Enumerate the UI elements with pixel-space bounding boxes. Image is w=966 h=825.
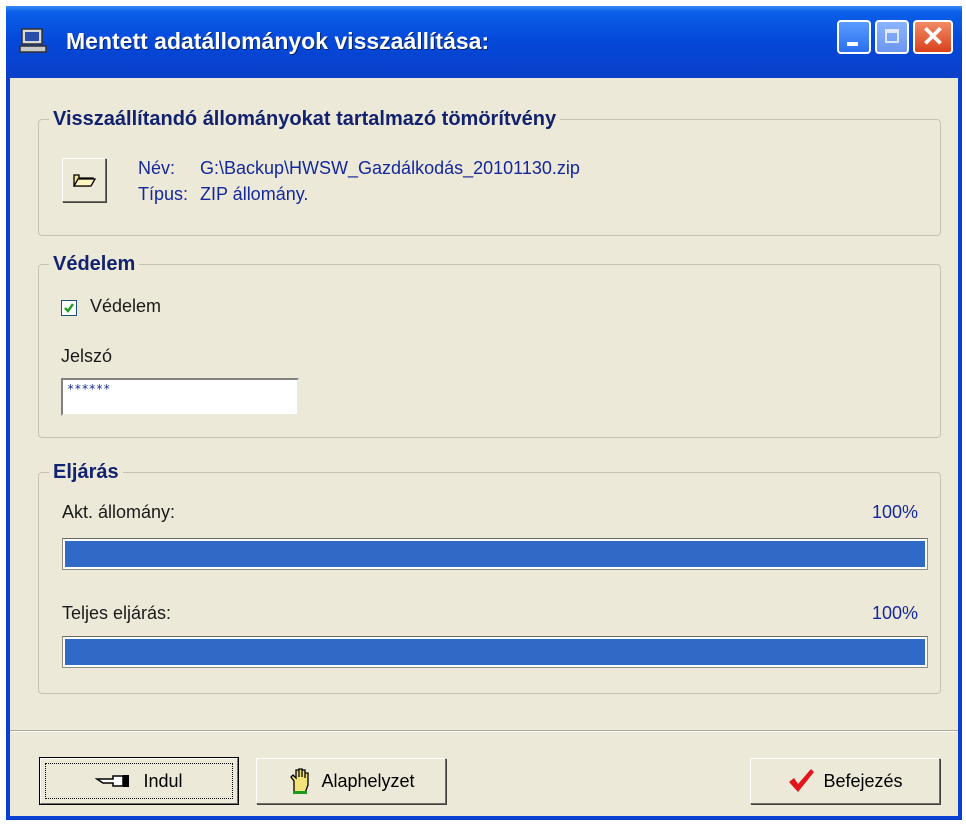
computer-icon — [19, 28, 47, 53]
checkmark-icon — [789, 769, 815, 792]
archive-type-value: ZIP állomány. — [200, 184, 309, 204]
focus-rectangle — [45, 763, 233, 799]
close-icon: ✕ — [921, 21, 945, 52]
protection-checkbox[interactable] — [61, 300, 77, 316]
current-file-label: Akt. állomány: — [62, 502, 176, 522]
reset-button[interactable]: Alaphelyzet — [256, 758, 446, 804]
protection-checkbox-label: Védelem — [90, 296, 162, 316]
window-title: Mentett adatállományok visszaállítása: — [66, 28, 490, 54]
current-file-percent: 100% — [872, 502, 919, 522]
finish-button[interactable]: Befejezés — [750, 758, 940, 804]
current-file-progress-fill — [65, 541, 925, 567]
close-button[interactable]: ✕ — [913, 20, 953, 54]
reset-button-label: Alaphelyzet — [321, 770, 415, 791]
total-process-percent: 100% — [872, 603, 919, 623]
password-label: Jelszó — [61, 346, 113, 366]
dialog-client-area: Visszaállítandó állományokat tartalmazó … — [10, 78, 958, 816]
type-label: Típus: — [138, 184, 189, 204]
minimize-icon — [847, 42, 858, 46]
dialog-window: Mentett adatállományok visszaállítása: ✕… — [6, 6, 962, 820]
total-process-label: Teljes eljárás: — [62, 603, 172, 623]
process-group-legend: Eljárás — [53, 461, 119, 483]
start-button[interactable]: Indul — [39, 757, 239, 805]
folder-open-icon — [72, 174, 97, 187]
title-bar[interactable]: Mentett adatállományok visszaállítása: ✕ — [6, 6, 962, 78]
minimize-button[interactable] — [837, 20, 871, 54]
checkbox-check-icon — [64, 303, 75, 313]
maximize-button[interactable] — [875, 20, 909, 54]
maximize-icon — [885, 29, 899, 43]
archive-group-legend: Visszaállítandó állományokat tartalmazó … — [53, 108, 557, 130]
total-progress-fill — [65, 639, 925, 665]
password-field[interactable]: ****** — [61, 378, 299, 416]
name-label: Név: — [138, 158, 176, 178]
hand-stop-icon — [290, 768, 310, 794]
total-progress-bar — [62, 636, 928, 668]
button-separator — [10, 730, 958, 732]
browse-archive-button[interactable] — [62, 158, 106, 202]
archive-path-value: G:\Backup\HWSW_Gazdálkodás_20101130.zip — [200, 158, 580, 178]
finish-button-label: Befejezés — [823, 770, 903, 791]
current-file-progress-bar — [62, 538, 928, 570]
protection-group-legend: Védelem — [53, 253, 136, 275]
